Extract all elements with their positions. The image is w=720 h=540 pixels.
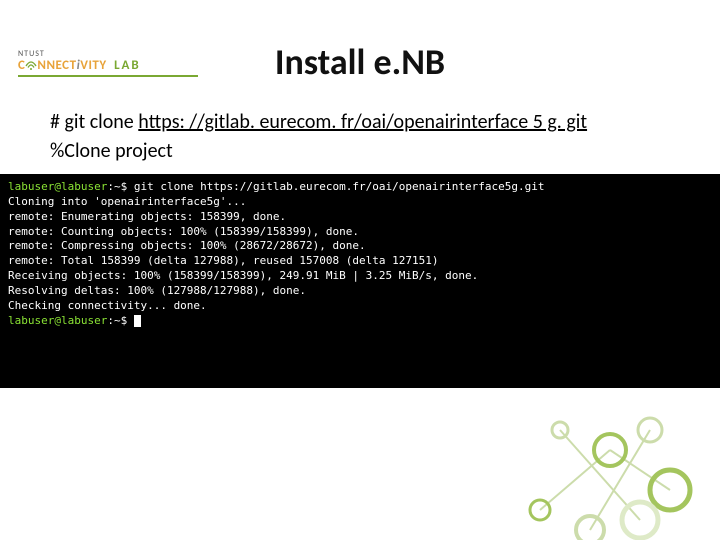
terminal-line: Cloning into 'openairinterface5g'... — [8, 195, 246, 208]
terminal-cursor — [134, 315, 141, 327]
logo-brand-part1: C — [18, 58, 25, 73]
terminal-line: remote: Total 158399 (delta 127988), reu… — [8, 254, 438, 267]
terminal-prompt-path: :~$ — [107, 314, 134, 327]
logo-brand-part2: NNECT — [37, 58, 76, 73]
slide: NTUST CNNECTiVITY LAB Install e.NB # git… — [0, 40, 720, 540]
terminal-line: Resolving deltas: 100% (127988/127988), … — [8, 284, 306, 297]
terminal-line: Checking connectivity... done. — [8, 299, 207, 312]
terminal-command: git clone https://gitlab.eurecom.fr/oai/… — [134, 180, 545, 193]
logo: NTUST CNNECTiVITY LAB — [18, 50, 198, 77]
terminal-output: labuser@labuser:~$ git clone https://git… — [0, 174, 720, 388]
logo-brand: CNNECTiVITY LAB — [18, 58, 141, 73]
logo-underline — [18, 75, 198, 77]
terminal-prompt-user: labuser@labuser — [8, 180, 107, 193]
instruction-prefix: # git clone — [50, 110, 138, 134]
wifi-icon — [25, 60, 37, 70]
logo-lab: LAB — [114, 58, 141, 73]
decoration-graphic — [500, 390, 700, 540]
instruction-comment: %Clone project — [50, 139, 173, 163]
terminal-prompt-path: :~$ — [107, 180, 134, 193]
instruction-block: # git clone https: //gitlab. eurecom. fr… — [50, 108, 680, 166]
instruction-url[interactable]: https: //gitlab. eurecom. fr/oai/openair… — [138, 110, 587, 134]
logo-brand-part3: VITY — [80, 58, 106, 73]
terminal-prompt-user: labuser@labuser — [8, 314, 107, 327]
terminal-line: remote: Compressing objects: 100% (28672… — [8, 239, 366, 252]
terminal-line: Receiving objects: 100% (158399/158399),… — [8, 269, 478, 282]
terminal-line: remote: Enumerating objects: 158399, don… — [8, 210, 286, 223]
terminal-line: remote: Counting objects: 100% (158399/1… — [8, 225, 359, 238]
